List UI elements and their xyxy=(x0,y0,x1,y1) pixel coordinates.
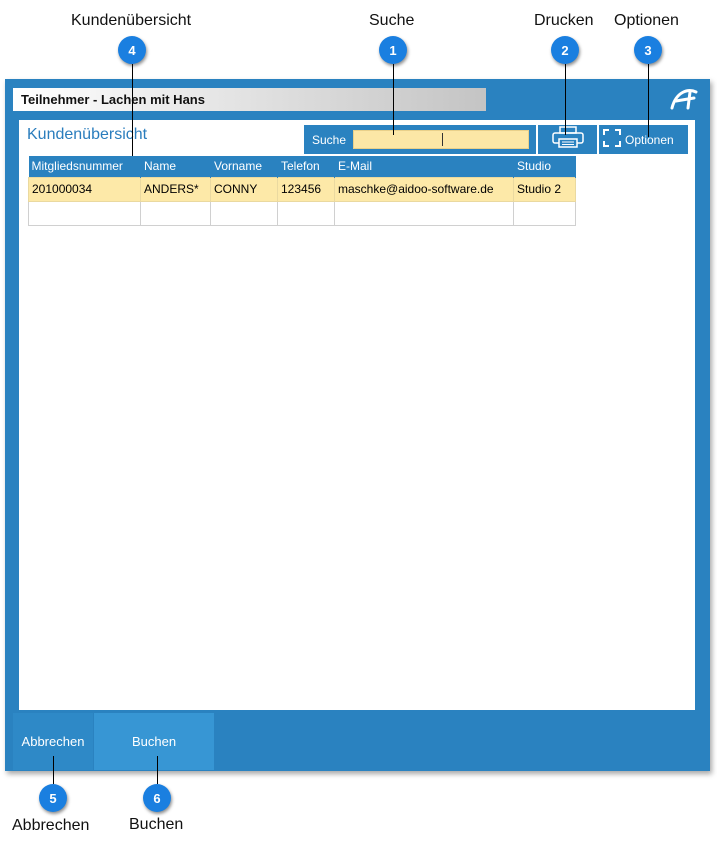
callout-label-suche: Suche xyxy=(369,12,415,29)
cell-studio: Studio 2 xyxy=(513,176,576,202)
column-header-studio[interactable]: Studio xyxy=(513,156,576,177)
cell-empty xyxy=(277,200,335,226)
callout-badge-6: 6 xyxy=(143,784,171,812)
cell-empty xyxy=(140,200,211,226)
callout-label-drucken: Drucken xyxy=(534,12,594,29)
panel-title: Kundenübersicht xyxy=(27,126,148,143)
book-button-label: Buchen xyxy=(131,734,177,749)
customer-table: Mitgliedsnummer Name Vorname Telefon E-M… xyxy=(28,156,576,226)
callout-line-4 xyxy=(132,64,133,156)
expand-icon xyxy=(603,129,625,150)
window-title: Teilnehmer - Lachen mit Hans xyxy=(13,88,486,111)
table-row-empty[interactable] xyxy=(28,200,576,226)
table-row[interactable]: 201000034 ANDERS* CONNY 123456 maschke@a… xyxy=(28,176,576,202)
text-caret xyxy=(442,133,443,146)
callout-line-2 xyxy=(565,64,566,135)
column-header-mitgliedsnummer[interactable]: Mitgliedsnummer xyxy=(28,156,141,177)
callout-badge-1: 1 xyxy=(379,36,407,64)
cell-vorname: CONNY xyxy=(210,176,278,202)
column-header-vorname[interactable]: Vorname xyxy=(210,156,278,177)
cell-empty xyxy=(28,200,141,226)
column-header-name[interactable]: Name xyxy=(140,156,211,177)
search-label: Suche xyxy=(312,132,347,147)
book-button[interactable]: Buchen xyxy=(94,713,214,770)
print-button[interactable] xyxy=(538,125,597,154)
callout-badge-4: 4 xyxy=(118,36,146,64)
aidoo-logo-icon xyxy=(668,86,700,112)
callout-line-3 xyxy=(648,64,649,137)
table-header-row: Mitgliedsnummer Name Vorname Telefon E-M… xyxy=(28,156,576,177)
options-label: Optionen xyxy=(625,132,674,147)
search-bar: Suche xyxy=(304,125,536,154)
callout-label-buchen: Buchen xyxy=(129,816,184,833)
cell-telefon: 123456 xyxy=(277,176,335,202)
cell-empty xyxy=(334,200,514,226)
callout-line-1 xyxy=(393,64,394,135)
options-button[interactable]: Optionen xyxy=(599,125,688,154)
callout-label-abbrechen: Abbrechen xyxy=(12,817,90,834)
printer-icon xyxy=(551,126,585,153)
cell-name: ANDERS* xyxy=(140,176,211,202)
callout-label-optionen: Optionen xyxy=(614,12,679,29)
callout-badge-5: 5 xyxy=(39,784,67,812)
callout-label-kundenuebersicht: Kundenübersicht xyxy=(71,12,192,29)
cell-mitgliedsnummer: 201000034 xyxy=(28,176,141,202)
column-header-telefon[interactable]: Telefon xyxy=(277,156,335,177)
callout-badge-2: 2 xyxy=(551,36,579,64)
cell-empty xyxy=(513,200,576,226)
callout-badge-3: 3 xyxy=(634,36,662,64)
column-header-email[interactable]: E-Mail xyxy=(334,156,514,177)
callout-line-6 xyxy=(157,756,158,784)
cell-empty xyxy=(210,200,278,226)
cancel-button-label: Abbrechen xyxy=(21,734,85,749)
callout-line-5 xyxy=(53,756,54,784)
search-input[interactable] xyxy=(353,130,529,149)
cell-email: maschke@aidoo-software.de xyxy=(334,176,514,202)
